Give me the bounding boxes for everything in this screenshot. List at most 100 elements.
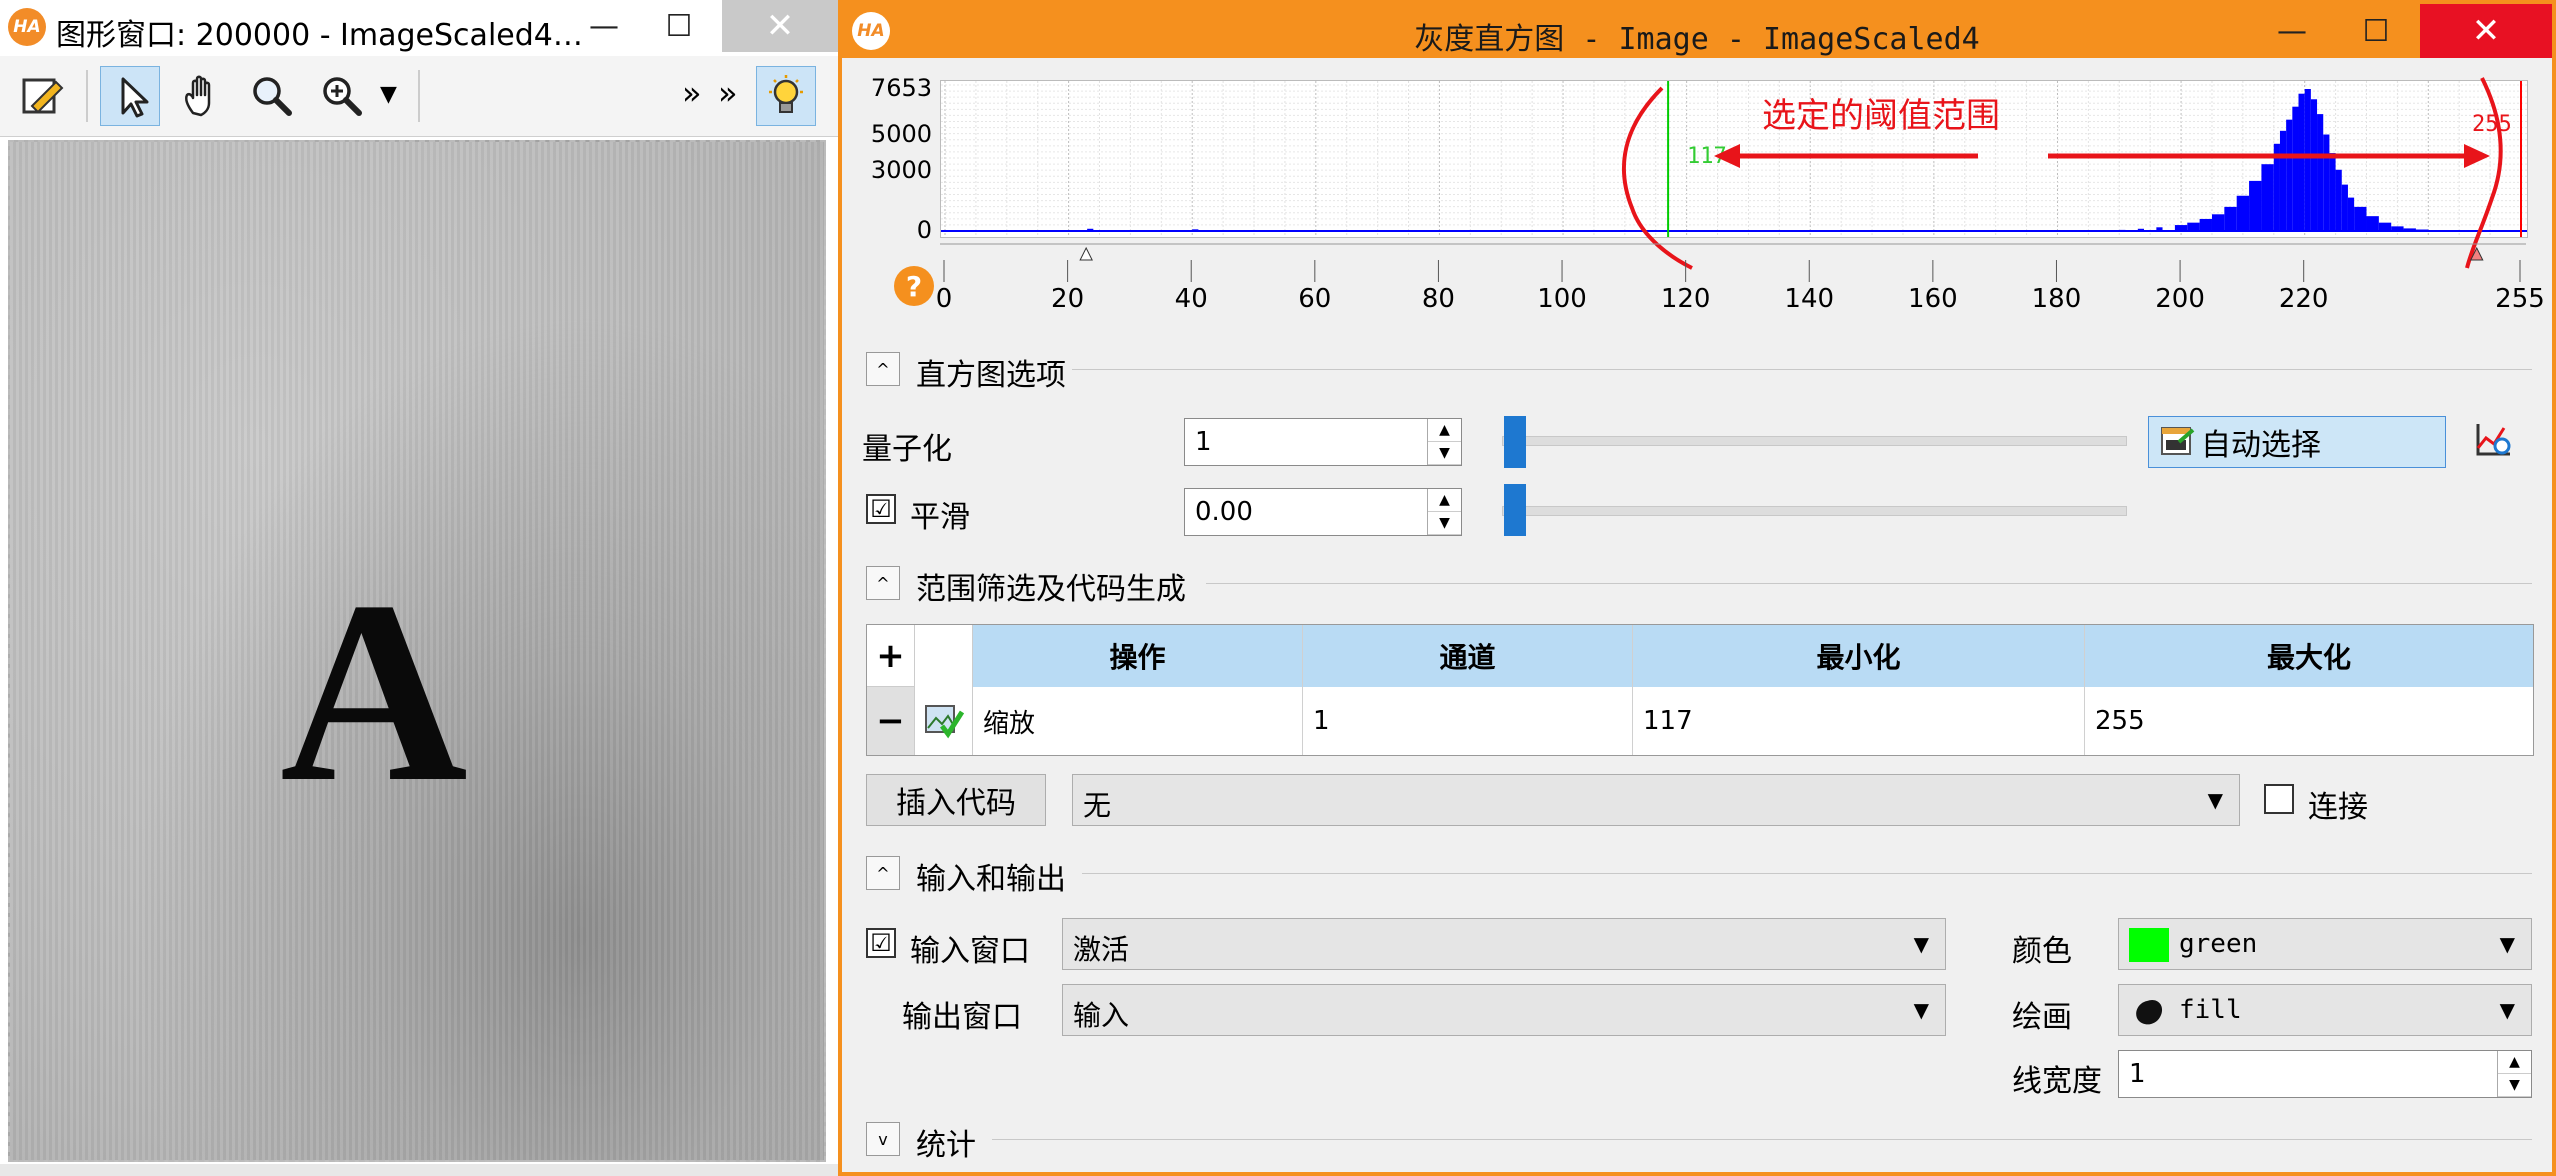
auto-select-label: 自动选择 [2201, 428, 2321, 463]
input-window-select[interactable]: 激活 ▼ [1062, 918, 1946, 970]
smooth-checkbox[interactable]: ☑ [866, 494, 896, 524]
x-tick-label: 40 [1174, 284, 1208, 314]
pan-hand-icon[interactable] [172, 66, 232, 126]
spin-down-icon[interactable]: ▼ [2498, 1074, 2531, 1097]
smooth-spinbox[interactable]: 0.00 ▲ ▼ [1184, 488, 1462, 536]
minimize-button[interactable]: — [2258, 4, 2326, 58]
quantize-spinbox[interactable]: 1 ▲ ▼ [1184, 418, 1462, 466]
threshold-min-marker[interactable] [1079, 246, 1093, 261]
range-filter-table: + 操作 通道 最小化 最大化 − 缩放 1 117 255 [866, 624, 2534, 756]
section-title-range-filter: 范围筛选及代码生成 [916, 572, 1186, 607]
close-button[interactable]: ✕ [2420, 4, 2552, 58]
toolbar-overflow-icon[interactable]: » [682, 74, 702, 112]
column-header-max[interactable]: 最大化 [2085, 625, 2533, 687]
line-width-spinbox[interactable]: 1 ▲ ▼ [2118, 1050, 2532, 1098]
input-window-value: 激活 [1073, 933, 1130, 966]
graphics-window-title: 图形窗口: 200000 - ImageScaled4… [56, 18, 583, 53]
input-window-checkbox[interactable]: ☑ [866, 928, 896, 958]
lightbulb-icon[interactable] [756, 66, 816, 126]
x-tick-label: 180 [2031, 284, 2082, 314]
zoom-in-icon[interactable] [312, 66, 372, 126]
column-header-min[interactable]: 最小化 [1633, 625, 2085, 687]
graphics-window-bottom-edge [0, 1164, 838, 1176]
graphics-window-titlebar[interactable]: HA 图形窗口: 200000 - ImageScaled4… — ☐ ✕ [0, 0, 838, 57]
input-window-label: 输入窗口 [910, 934, 1030, 969]
halcon-logo-icon: HA [8, 8, 46, 46]
draw-label: 绘画 [2012, 1000, 2072, 1035]
column-header-operation[interactable]: 操作 [973, 625, 1303, 687]
auto-select-icon [2161, 427, 2195, 455]
x-tick-label: 140 [1784, 284, 1835, 314]
smooth-slider-thumb[interactable] [1504, 484, 1526, 536]
draw-value: fill [2179, 995, 2242, 1025]
threshold-max-marker[interactable] [2469, 246, 2484, 261]
spin-down-icon[interactable]: ▼ [1428, 442, 1461, 465]
quantize-value[interactable]: 1 [1195, 427, 1212, 457]
table-cell-min[interactable]: 117 [1633, 687, 2085, 755]
color-label: 颜色 [2012, 934, 2072, 969]
line-width-value[interactable]: 1 [2129, 1059, 2146, 1089]
spin-buttons[interactable]: ▲ ▼ [1427, 489, 1461, 535]
x-tick-label: 220 [2278, 284, 2329, 314]
magnifier-icon[interactable] [242, 66, 302, 126]
x-tick-label: 255 [2495, 284, 2545, 314]
color-select[interactable]: green ▼ [2118, 918, 2532, 970]
graphics-canvas[interactable]: A [8, 140, 826, 1162]
insert-code-select[interactable]: 无 ▼ [1072, 774, 2240, 826]
spin-buttons[interactable]: ▲ ▼ [1427, 419, 1461, 465]
output-window-value: 输入 [1073, 999, 1130, 1032]
toolbar-overflow-icon[interactable]: » [718, 74, 738, 112]
pointer-icon[interactable] [100, 66, 160, 126]
draw-select[interactable]: fill ▼ [2118, 984, 2532, 1036]
smooth-value[interactable]: 0.00 [1195, 497, 1253, 527]
output-window-select[interactable]: 输入 ▼ [1062, 984, 1946, 1036]
histogram-settings-icon[interactable] [2472, 418, 2516, 466]
quantize-slider-thumb[interactable] [1504, 416, 1526, 468]
maximize-button[interactable]: ☐ [2342, 4, 2410, 58]
expand-toggle-icon[interactable]: v [866, 1122, 900, 1156]
row-image-check-icon[interactable] [915, 687, 973, 755]
column-header-channel[interactable]: 通道 [1303, 625, 1633, 687]
x-tick-label: 200 [2155, 284, 2205, 314]
collapse-toggle-icon[interactable]: ^ [866, 856, 900, 890]
collapse-toggle-icon[interactable]: ^ [866, 566, 900, 600]
smooth-label: 平滑 [910, 500, 970, 535]
insert-code-select-value: 无 [1083, 789, 1112, 822]
maximize-button[interactable]: ☐ [645, 0, 713, 52]
connect-label: 连接 [2308, 790, 2368, 825]
table-cell-operation[interactable]: 缩放 [973, 687, 1303, 755]
x-tick-label: 60 [1298, 284, 1332, 314]
help-icon[interactable]: ? [894, 266, 934, 306]
connect-checkbox[interactable] [2264, 784, 2294, 814]
image-letter: A [280, 548, 468, 836]
remove-row-button[interactable]: − [867, 687, 915, 755]
spin-buttons[interactable]: ▲ ▼ [2497, 1051, 2531, 1097]
close-button[interactable]: ✕ [722, 0, 838, 52]
smooth-slider-track[interactable] [1502, 506, 2127, 516]
edit-icon[interactable] [12, 66, 72, 126]
spin-up-icon[interactable]: ▲ [2498, 1051, 2531, 1074]
spin-up-icon[interactable]: ▲ [1428, 419, 1461, 442]
toolbar-divider [418, 70, 420, 122]
chevron-down-icon: ▼ [2499, 932, 2515, 956]
table-cell-channel[interactable]: 1 [1303, 687, 1633, 755]
color-value: green [2179, 929, 2258, 959]
spin-up-icon[interactable]: ▲ [1428, 489, 1461, 512]
section-title-histogram-options: 直方图选项 [916, 358, 1066, 393]
section-title-input-output: 输入和输出 [916, 862, 1066, 897]
minimize-button[interactable]: — [570, 0, 638, 52]
add-row-button[interactable]: + [867, 625, 915, 687]
table-corner [915, 625, 973, 687]
gray-histogram-window: HA 灰度直方图 - Image - ImageScaled4 — ☐ ✕ 76… [838, 0, 2556, 1176]
toolbar-divider [86, 70, 88, 122]
histogram-titlebar[interactable]: HA 灰度直方图 - Image - ImageScaled4 — ☐ ✕ [842, 4, 2552, 58]
table-cell-max[interactable]: 255 [2085, 687, 2533, 755]
spin-down-icon[interactable]: ▼ [1428, 512, 1461, 535]
insert-code-button[interactable]: 插入代码 [866, 774, 1046, 826]
auto-select-button[interactable]: 自动选择 [2148, 416, 2446, 468]
zoom-dropdown-chevron-icon[interactable]: ▼ [380, 82, 397, 107]
collapse-toggle-icon[interactable]: ^ [866, 352, 900, 386]
quantize-slider-track[interactable] [1502, 436, 2127, 446]
graphics-window: HA 图形窗口: 200000 - ImageScaled4… — ☐ ✕ ▼ … [0, 0, 840, 1176]
chevron-down-icon: ▼ [1913, 998, 1929, 1022]
